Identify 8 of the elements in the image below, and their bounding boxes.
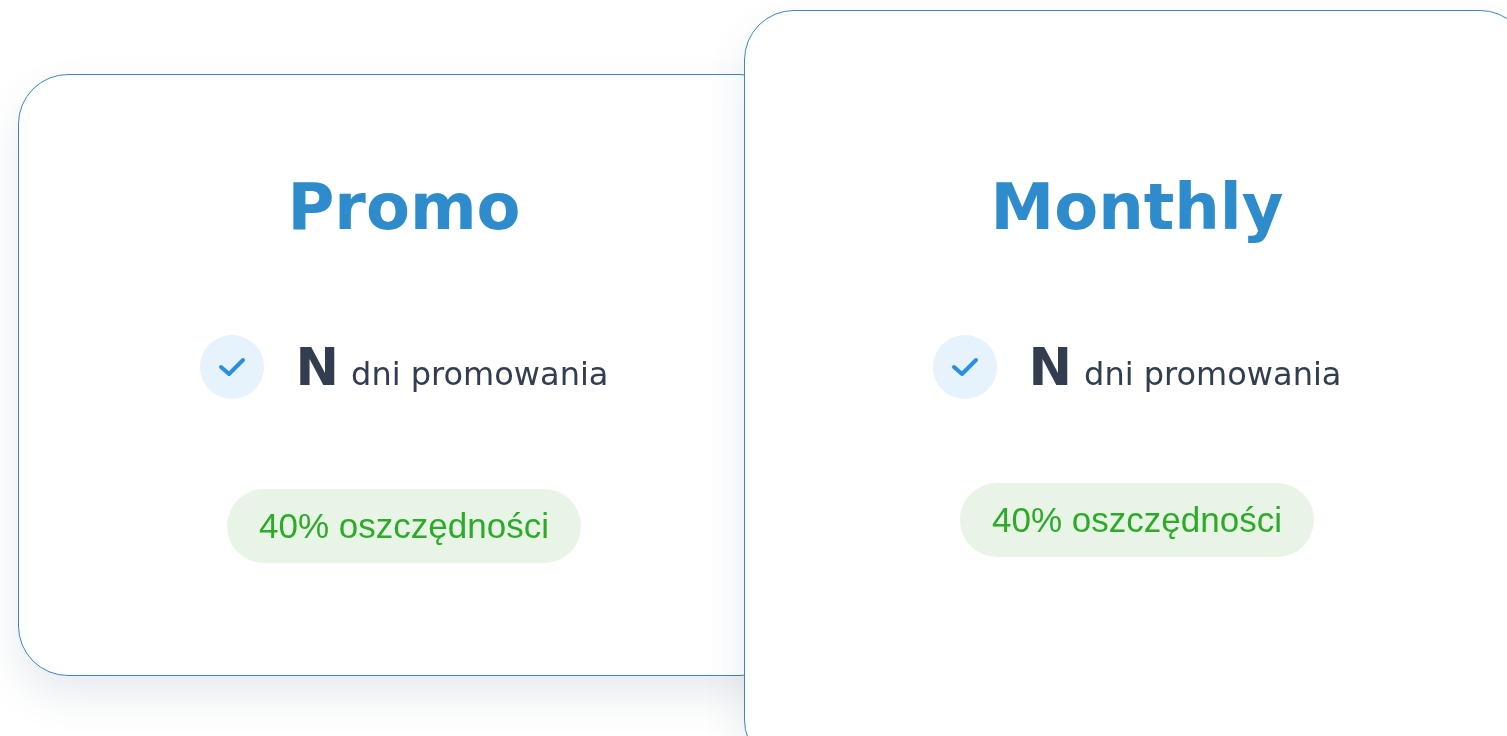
- plan-title: Promo: [287, 169, 521, 246]
- plan-title: Monthly: [990, 169, 1284, 246]
- savings-badge: 40% oszczędności: [227, 489, 581, 563]
- feature-count: N: [1028, 341, 1073, 393]
- savings-badge: 40% oszczędności: [960, 483, 1314, 557]
- feature-count: N: [295, 341, 340, 393]
- feature-text: dni promowania: [351, 358, 609, 390]
- feature-text: dni promowania: [1084, 358, 1342, 390]
